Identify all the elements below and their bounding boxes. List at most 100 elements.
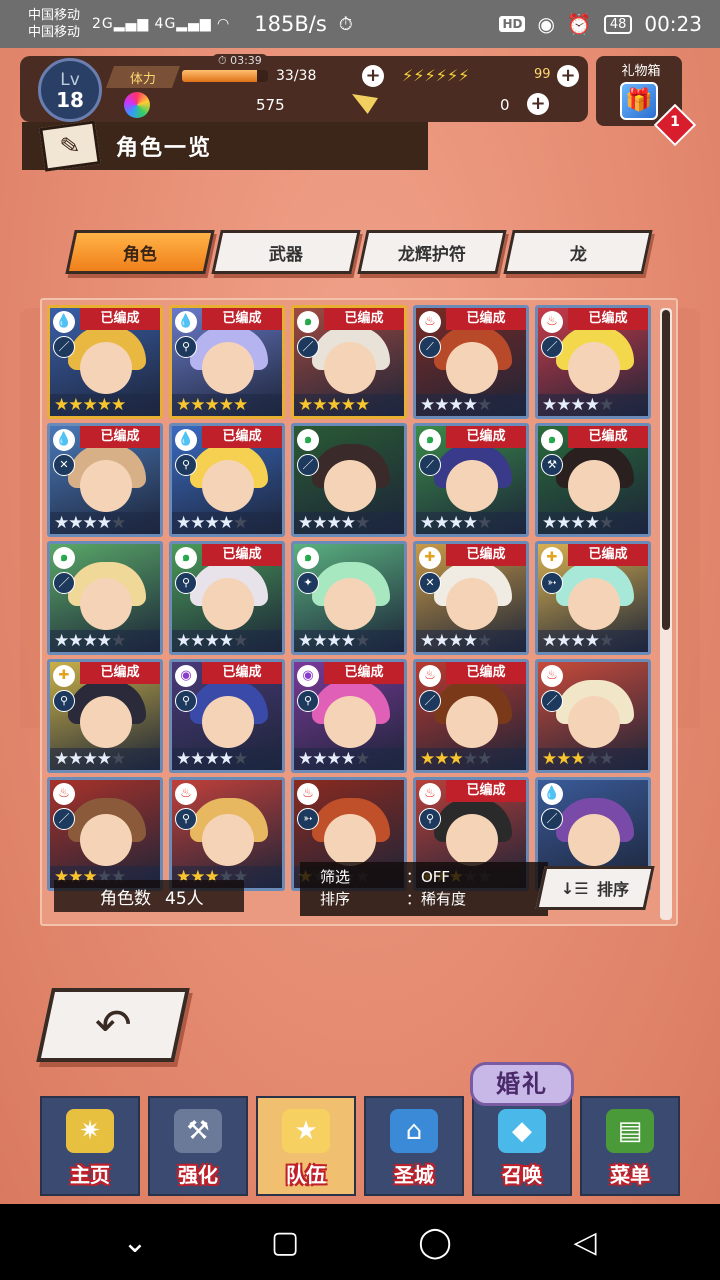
- tab-dragons[interactable]: 龙: [503, 230, 653, 274]
- rarity-stars: ★★★★★: [294, 512, 404, 534]
- in-team-badge: 已编成: [568, 426, 648, 448]
- home-button[interactable]: ◯: [405, 1212, 465, 1272]
- wand-weapon-icon: ✦: [297, 572, 319, 594]
- star-filled-icon: ★: [82, 513, 98, 533]
- hd-icon: HD: [499, 16, 526, 32]
- nav-enhance[interactable]: ⚒ 强化: [148, 1096, 248, 1196]
- star-empty-icon: ★: [355, 631, 370, 651]
- menu-book-icon: ▤: [606, 1109, 654, 1153]
- nav-home[interactable]: ✷ 主页: [40, 1096, 140, 1196]
- rarity-stars: ★★★★★: [416, 394, 526, 416]
- character-card[interactable]: ๑／已编成 ★★★★★: [291, 305, 407, 419]
- star-filled-icon: ★: [190, 749, 205, 769]
- character-card[interactable]: ๑／ ★★★★★: [291, 423, 407, 537]
- star-filled-icon: ★: [82, 631, 98, 651]
- fire-element-icon: ♨: [419, 311, 441, 333]
- character-card[interactable]: ♨ ⚲ ★★★★★: [169, 777, 285, 891]
- character-card[interactable]: ◉ ⚲ 已编成 ★★★★★: [169, 659, 285, 773]
- character-card[interactable]: 💧 ✕ 已编成 ★★★★★: [47, 423, 163, 537]
- staff-weapon-icon: ⚲: [53, 690, 75, 712]
- character-count-label: 角色数: [100, 888, 151, 909]
- bow-weapon-icon: ➳: [297, 808, 319, 830]
- bolt-icons: ⚡⚡⚡⚡⚡⚡: [402, 66, 470, 85]
- star-empty-icon: ★: [111, 749, 126, 769]
- star-filled-icon: ★: [420, 513, 435, 533]
- star-filled-icon: ★: [326, 749, 342, 769]
- star-filled-icon: ★: [420, 395, 435, 415]
- nav-summon[interactable]: ◆ 召唤: [472, 1096, 572, 1196]
- star-filled-icon: ★: [176, 513, 191, 533]
- stamina-label: 体力: [105, 66, 181, 88]
- add-bolt-button[interactable]: +: [557, 65, 579, 87]
- character-card[interactable]: ♨ ／已编成 ★★★★★: [535, 305, 651, 419]
- character-face: [324, 578, 376, 630]
- gem-icon: [124, 92, 150, 118]
- staff-weapon-icon: ⚲: [175, 454, 197, 476]
- star-empty-icon: ★: [233, 513, 248, 533]
- star-empty-icon: ★: [233, 749, 248, 769]
- recent-apps-button[interactable]: ▢: [255, 1212, 315, 1272]
- character-card[interactable]: 💧 ⚲ 已编成 ★★★★★: [169, 305, 285, 419]
- rarity-stars: ★★★★★: [538, 630, 648, 652]
- back-button[interactable]: ↶: [36, 988, 190, 1062]
- fire-element-icon: ♨: [297, 783, 319, 805]
- wedding-event-badge[interactable]: 婚礼: [470, 1062, 574, 1106]
- star-filled-icon: ★: [218, 749, 234, 769]
- character-card[interactable]: 💧 ⚲ 已编成 ★★★★★: [169, 423, 285, 537]
- nav-castle[interactable]: ⌂ 圣城: [364, 1096, 464, 1196]
- character-card[interactable]: ✚ ✕ 已编成 ★★★★★: [413, 541, 529, 655]
- star-filled-icon: ★: [54, 513, 69, 533]
- in-team-badge: 已编成: [568, 308, 648, 330]
- tab-weapons[interactable]: 武器: [211, 230, 361, 274]
- character-card[interactable]: ♨ ／已编成 ★★★★★: [413, 659, 529, 773]
- character-card[interactable]: ◉ ⚲ 已编成 ★★★★★: [291, 659, 407, 773]
- character-card[interactable]: ♨ ⟋ 已编成 ★★★★★: [413, 305, 529, 419]
- character-face: [324, 460, 376, 512]
- character-card[interactable]: ✚ ➳ 已编成 ★★★★★: [535, 541, 651, 655]
- star-empty-icon: ★: [599, 395, 614, 415]
- character-card[interactable]: ๑ ⟋ 已编成 ★★★★★: [413, 423, 529, 537]
- collapse-icon[interactable]: ⌄: [105, 1212, 165, 1272]
- tab-wyrmprints[interactable]: 龙辉护符: [357, 230, 507, 274]
- star-filled-icon: ★: [462, 631, 478, 651]
- character-card[interactable]: ๑／ ★★★★★: [47, 541, 163, 655]
- in-team-badge: 已编成: [446, 308, 526, 330]
- star-filled-icon: ★: [298, 513, 313, 533]
- character-face: [324, 342, 376, 394]
- character-card[interactable]: ♨ ／ ★★★★★: [47, 777, 163, 891]
- in-team-badge: 已编成: [446, 544, 526, 566]
- android-nav-bar: ⌄ ▢ ◯ ◁: [0, 1204, 720, 1280]
- star-filled-icon: ★: [190, 395, 205, 415]
- in-team-badge: 已编成: [202, 426, 282, 448]
- gift-icon[interactable]: 🎁: [620, 82, 658, 120]
- character-card[interactable]: ๑ ✦ ★★★★★: [291, 541, 407, 655]
- star-filled-icon: ★: [556, 631, 571, 651]
- level-value: 18: [56, 88, 84, 112]
- character-face: [80, 696, 132, 748]
- rarity-stars: ★★★★★: [172, 512, 282, 534]
- character-card[interactable]: ๑ ⚒ 已编成 ★★★★★: [535, 423, 651, 537]
- clock-time: 00:23: [644, 12, 702, 36]
- star-filled-icon: ★: [542, 395, 557, 415]
- sort-icon: ↓☰: [561, 878, 589, 898]
- character-card[interactable]: ✚ ⚲ 已编成 ★★★★★: [47, 659, 163, 773]
- star-filled-icon: ★: [584, 631, 600, 651]
- nav-team[interactable]: ★ 队伍: [256, 1096, 356, 1196]
- sort-button[interactable]: ↓☰ 排序: [535, 866, 655, 910]
- character-grid: 💧 ／已编成 ★★★★★ 💧 ⚲ 已编成 ★★★★★ ๑／已编成 ★★★★★ ♨ ⟋ 已编成 ★★★★★…: [47, 305, 657, 891]
- character-face: [568, 342, 620, 394]
- stamina-fill: [182, 70, 257, 82]
- star-filled-icon: ★: [68, 513, 83, 533]
- add-stamina-button[interactable]: +: [362, 65, 384, 87]
- character-card[interactable]: 💧 ／已编成 ★★★★★: [47, 305, 163, 419]
- character-card[interactable]: ♨ ／ ★★★★★: [535, 659, 651, 773]
- add-ticket-button[interactable]: +: [527, 93, 549, 115]
- nav-menu[interactable]: ▤ 菜单: [580, 1096, 680, 1196]
- system-back-button[interactable]: ◁: [555, 1212, 615, 1272]
- scrollbar-thumb[interactable]: [662, 310, 670, 630]
- in-team-badge: 已编成: [446, 780, 526, 802]
- star-empty-icon: ★: [477, 631, 492, 651]
- character-card[interactable]: ๑ ⚲ 已编成 ★★★★★: [169, 541, 285, 655]
- tab-characters[interactable]: 角色: [65, 230, 215, 274]
- filter-sort-info[interactable]: 筛选 ：OFF 排序 ：稀有度: [300, 862, 548, 916]
